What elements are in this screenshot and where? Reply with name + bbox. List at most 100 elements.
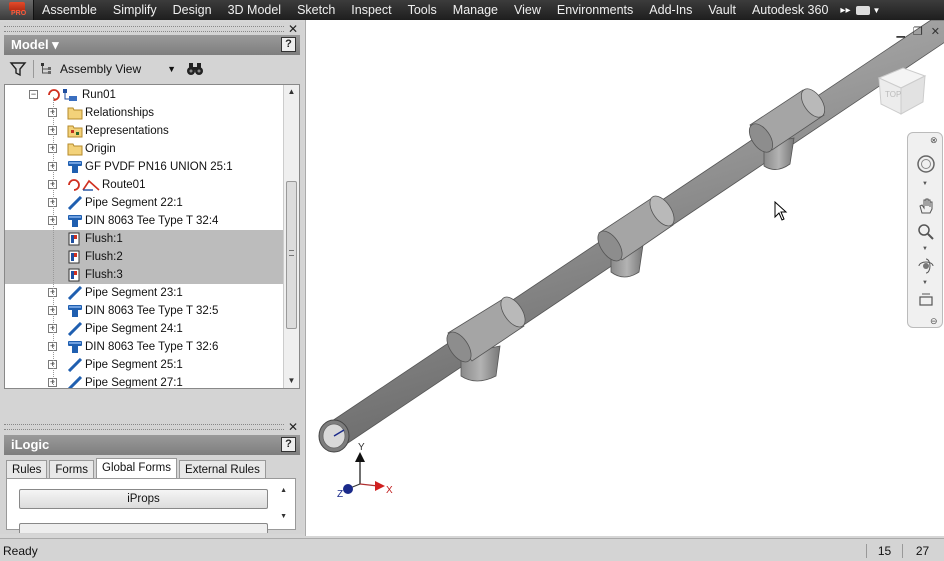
tree-scrollbar[interactable]: ▲ ▼ [283,85,299,388]
model-browser-header[interactable]: Model ▾ ? [4,35,300,55]
tab-rules[interactable]: Rules [6,460,48,479]
tree-item-gf-pvdf-pn16-union-25-1[interactable]: + GF PVDF PN16 UNION 25:1 [5,158,284,176]
tree-item-label: Pipe Segment 25:1 [85,359,183,371]
filter-icon[interactable] [9,60,27,78]
tree-item-label: Pipe Segment 27:1 [85,377,183,389]
ribbon-tab-simplify[interactable]: Simplify [105,0,165,20]
scroll-down-icon[interactable]: ▼ [280,513,287,520]
ribbon-tab-add-ins[interactable]: Add-Ins [641,0,700,20]
tree-item-label: GF PVDF PN16 UNION 25:1 [85,161,233,173]
find-binoculars-icon[interactable] [186,61,204,77]
tree-item-origin[interactable]: + Origin [5,140,284,158]
restore-icon[interactable]: ❐ [913,25,923,38]
tree-item-route01[interactable]: + Route01 [5,176,284,194]
help-icon[interactable]: ? [281,37,296,52]
ribbon-tab-3d-model[interactable]: 3D Model [220,0,290,20]
tree-item-pipe-segment-22-1[interactable]: + Pipe Segment 22:1 [5,194,284,212]
tree-item-din-8063-tee-type-t-32-5[interactable]: + DIN 8063 Tee Type T 32:5 [5,302,284,320]
close-icon[interactable]: ⊗ [930,135,938,146]
viewcube[interactable]: TOP [873,64,929,120]
tab-external-rules[interactable]: External Rules [179,460,266,479]
tree-item-din-8063-tee-type-t-32-4[interactable]: + DIN 8063 Tee Type T 32:4 [5,212,284,230]
ribbon-tab-design[interactable]: Design [165,0,220,20]
pan-hand-icon[interactable] [917,197,935,215]
folder-icon [67,106,83,120]
tree-item-run01[interactable]: − Run01 [5,86,284,104]
scroll-thumb[interactable] [286,181,297,329]
tree-item-label: Flush:1 [85,233,123,245]
occurrence-count: 15 [866,544,902,558]
flush-icon [67,232,83,246]
ribbon-tab-sketch[interactable]: Sketch [289,0,343,20]
tree-item-pipe-segment-25-1[interactable]: + Pipe Segment 25:1 [5,356,284,374]
tree-item-pipe-segment-23-1[interactable]: + Pipe Segment 23:1 [5,284,284,302]
dropdown-arrow-icon[interactable]: ▼ [922,246,928,252]
ribbon-tab-tools[interactable]: Tools [400,0,445,20]
scroll-up-icon[interactable]: ▲ [284,85,299,99]
ribbon-tab-vault[interactable]: Vault [700,0,744,20]
ilogic-panel: ✕ iLogic ? Rules Forms Global Forms Externa… [0,420,304,534]
ribbon-tab-environments[interactable]: Environments [549,0,641,20]
tree-item-representations[interactable]: + Representations [5,122,284,140]
ribbon-tab-view[interactable]: View [506,0,549,20]
look-at-icon[interactable] [917,291,935,309]
close-icon[interactable]: ✕ [288,22,298,36]
application-menu-button[interactable]: PRO [0,0,34,20]
run-icon [47,88,77,102]
close-icon[interactable]: ✕ [288,420,298,434]
ribbon-tab-bar: PRO Assemble Simplify Design 3D Model Sketch… [0,0,944,20]
fitting-icon [67,340,83,354]
iprops-button[interactable]: iProps [19,489,268,509]
panel-grip[interactable] [4,424,284,430]
tree-item-label: Relationships [85,107,155,119]
route-icon [67,178,100,192]
scroll-down-icon[interactable]: ▼ [284,374,299,388]
tree-item-pipe-segment-27-1[interactable]: + Pipe Segment 27:1 [5,374,284,389]
tree-item-pipe-segment-24-1[interactable]: + Pipe Segment 24:1 [5,320,284,338]
options-icon[interactable]: ⊖ [930,316,938,327]
form-button[interactable] [19,523,268,533]
ilogic-header: iLogic ? [4,435,300,455]
orbit-icon[interactable] [917,257,935,275]
minimize-icon[interactable]: ▁ [896,25,904,38]
tree-item-relationships[interactable]: + Relationships [5,104,284,122]
ribbon-tab-autodesk-360[interactable]: Autodesk 360 [744,0,836,20]
panel-grip[interactable] [4,26,284,32]
assembly-view-icon [41,63,51,74]
scroll-up-icon[interactable]: ▲ [280,487,287,494]
tree-item-flush-2[interactable]: Flush:2 [5,248,284,266]
browser-title[interactable]: Model ▾ [11,37,59,52]
collapse-icon[interactable]: − [29,90,38,99]
panel-display-toggle[interactable]: ▼ [854,5,880,15]
dropdown-arrow-icon[interactable]: ▼ [922,181,928,187]
tree-item-label: Route01 [102,179,146,191]
axis-z-label: Z [337,489,343,500]
ribbon-tab-inspect[interactable]: Inspect [343,0,399,20]
tree-item-label: Representations [85,125,169,137]
ribbon-tab-manage[interactable]: Manage [445,0,506,20]
overflow-chevron-icon[interactable]: ▸▸ [836,5,854,16]
help-icon[interactable]: ? [281,437,296,452]
tree-item-flush-1[interactable]: Flush:1 [5,230,284,248]
assembly-view-dropdown[interactable]: Assembly View ▼ [40,62,176,76]
ilogic-forms-area: iProps ▲ ▼ [6,478,296,533]
tree-item-label: DIN 8063 Tee Type T 32:6 [85,341,219,353]
tree-item-din-8063-tee-type-t-32-6[interactable]: + DIN 8063 Tee Type T 32:6 [5,338,284,356]
zoom-icon[interactable] [917,223,935,241]
tab-forms[interactable]: Forms [49,460,94,479]
dropdown-arrow-icon[interactable]: ▼ [922,280,928,286]
ribbon-tab-assemble[interactable]: Assemble [34,0,105,20]
navigation-bar: ⊗ ▼ ▼ ▼ ⊖ [907,132,943,328]
flush-icon [67,250,83,264]
steering-wheel-icon[interactable] [917,155,935,173]
tree-item-label: DIN 8063 Tee Type T 32:5 [85,305,219,317]
graphics-window[interactable]: ▁ ❐ ✕ TOP ⊗ ▼ ▼ ▼ ⊖ Y X Z [305,20,944,536]
viewcube-face-label: TOP [885,90,901,99]
representations-icon [67,124,83,138]
assembly-view-label: Assembly View [60,62,142,76]
window-controls: ▁ ❐ ✕ [896,25,940,38]
tree-item-label: DIN 8063 Tee Type T 32:4 [85,215,219,227]
close-icon[interactable]: ✕ [931,25,940,38]
tree-item-flush-3[interactable]: Flush:3 [5,266,284,284]
tab-global-forms[interactable]: Global Forms [96,458,178,479]
